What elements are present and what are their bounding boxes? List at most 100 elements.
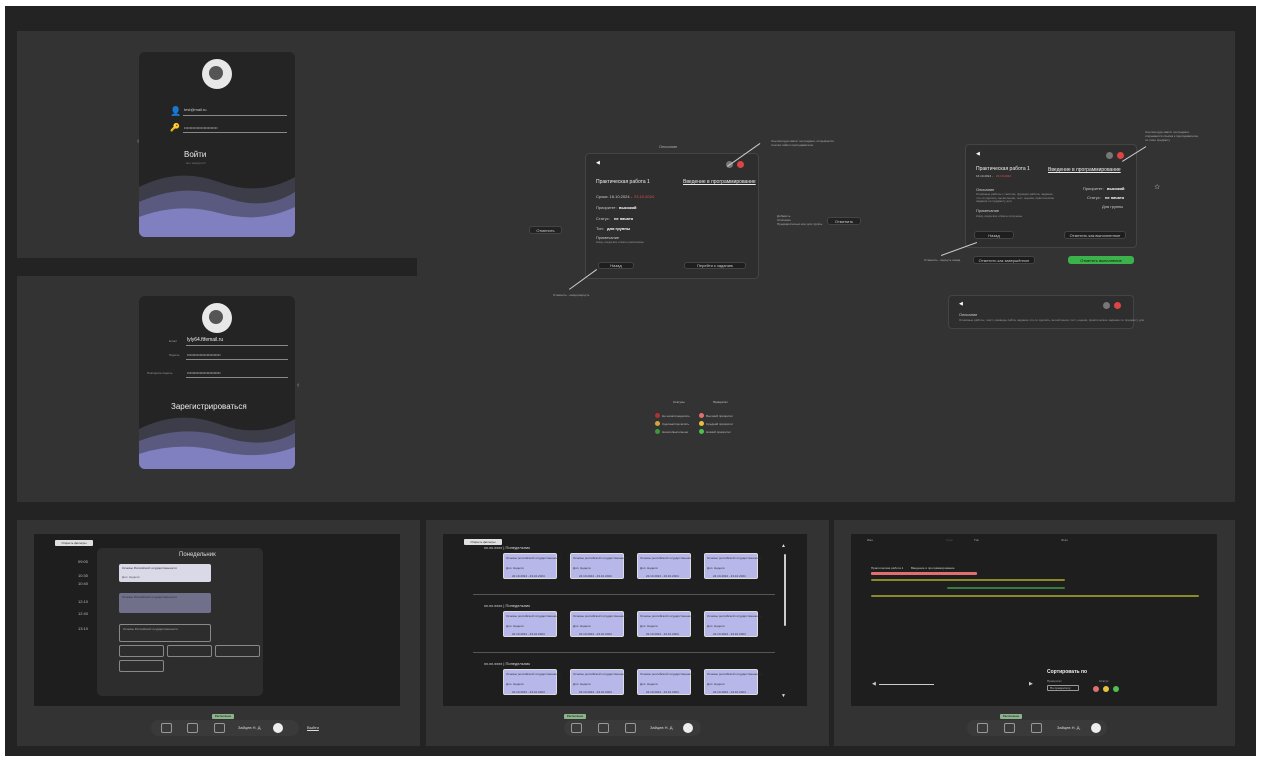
edit-icon[interactable] xyxy=(1106,152,1113,159)
theme-toggle[interactable] xyxy=(683,723,693,733)
password-field[interactable]: •••••••••••••••••••••••• xyxy=(184,126,218,130)
task-dates-end: 23.10.2024 xyxy=(996,174,1012,178)
note-label: Примечание xyxy=(976,208,1000,213)
gantt-bar[interactable] xyxy=(947,587,1065,589)
lesson-card[interactable]: Основы российской государственности Доп. … xyxy=(503,669,561,695)
mark-finished-button[interactable]: Отметить как завершённое xyxy=(973,256,1035,264)
schedule-slot-outline[interactable] xyxy=(119,645,164,657)
schedule-slot[interactable]: Основы Российской государственности Доп.… xyxy=(119,564,211,582)
filter-medium-priority-icon[interactable] xyxy=(1103,686,1109,692)
legend-status-title: Статусы xyxy=(673,400,685,404)
scroll-up-icon[interactable]: ▲ xyxy=(781,544,786,549)
schedule-icon[interactable] xyxy=(625,723,636,733)
scrollbar[interactable] xyxy=(784,554,786,626)
schedule-slot[interactable]: Основы Российской государственности xyxy=(119,593,211,613)
open-filters-button[interactable]: Открыть фильтры xyxy=(55,540,93,546)
schedule-slot-outline[interactable] xyxy=(215,645,260,657)
app-logo-icon xyxy=(202,303,232,333)
timeline-scroll[interactable] xyxy=(879,684,934,685)
schedule-slot-outline[interactable] xyxy=(167,645,212,657)
email-field[interactable]: lyly64.ftfemail.ru xyxy=(187,338,223,343)
theme-toggle[interactable] xyxy=(273,723,283,733)
lesson-card[interactable]: Основы российской государственности Доп. … xyxy=(637,611,695,637)
delete-icon[interactable] xyxy=(1117,152,1124,159)
gantt-course-label: Введение в программирование xyxy=(911,566,955,570)
annotation-left-b: Отменить - вернуть назад xyxy=(924,258,961,262)
sort-select[interactable]: По приоритету xyxy=(1047,685,1079,691)
gantt-panel: Имя Срок Тип Этап Практическая работа 1 … xyxy=(851,534,1217,706)
lesson-card[interactable]: Основы российской государственности Доп. … xyxy=(503,611,561,637)
password-field[interactable]: •••••••••••••••••••••••• xyxy=(187,353,221,357)
legend-item: Начато/выполнено xyxy=(655,423,688,441)
nav-tooltip: Расписание xyxy=(212,714,234,719)
schedule-icon[interactable] xyxy=(214,723,225,733)
password-label: Пароль xyxy=(169,353,180,357)
course-link[interactable]: Введение в программирование xyxy=(683,180,756,185)
delete-icon[interactable] xyxy=(1114,302,1121,309)
lesson-card[interactable]: Основы российской государственности Доп. … xyxy=(637,669,695,695)
annotation-right: Добавить Описание Предварительно все для… xyxy=(777,214,823,226)
lesson-card[interactable]: Основы российской государственности Доп. … xyxy=(704,553,762,579)
back-button[interactable]: Назад xyxy=(598,262,634,269)
back-arrow-icon[interactable]: ◀ xyxy=(959,302,963,307)
course-link[interactable]: Введение в программирование xyxy=(1048,168,1121,173)
key-icon: 🔑 xyxy=(170,123,180,132)
gantt-icon[interactable] xyxy=(598,723,609,733)
lesson-card[interactable]: Основы российской государственности Доп. … xyxy=(570,553,628,579)
lesson-card[interactable]: Основы российской государственности Доп. … xyxy=(570,669,628,695)
login-frame: 👤 test@mail.ru 🔑 •••••••••••••••••••••••… xyxy=(17,31,417,258)
chevron-left-icon[interactable]: ‹ xyxy=(137,138,139,145)
filter-high-priority-icon[interactable] xyxy=(1093,686,1099,692)
legend: Статусы Приоритет Не начато/неделать Сдел… xyxy=(655,401,750,435)
repeat-password-field[interactable]: •••••••••••••••••••••••• xyxy=(187,371,221,375)
delete-icon[interactable] xyxy=(737,161,744,168)
sort-status-label: Статус xyxy=(1099,679,1109,683)
gantt-icon[interactable] xyxy=(187,723,198,733)
lesson-card[interactable]: Основы российской государственности Доп. … xyxy=(704,669,762,695)
time-label: 13:10 xyxy=(78,626,89,631)
email-field[interactable]: test@mail.ru xyxy=(184,108,207,112)
gantt-bar[interactable] xyxy=(871,572,977,575)
status-value: не начато xyxy=(1105,195,1125,200)
timeline-left-icon[interactable]: ◀ xyxy=(872,682,876,687)
lesson-card[interactable]: Основы российской государственности Доп. … xyxy=(637,553,695,579)
theme-toggle[interactable] xyxy=(1091,723,1101,733)
repeat-password-label: Повторите пароль xyxy=(147,371,173,375)
edit-icon[interactable] xyxy=(1103,302,1110,309)
day-header: хх.хх.хххх | Понедельник xyxy=(484,603,530,608)
schedule-slot-outline[interactable] xyxy=(119,660,164,672)
scroll-down-icon[interactable]: ▼ xyxy=(781,694,786,699)
calendar-icon[interactable] xyxy=(161,723,172,733)
task-modal-wide: ◀ Практическая работа 1 Введение в прогр… xyxy=(965,144,1137,248)
timeline-right-icon[interactable]: ▶ xyxy=(1029,682,1033,687)
gantt-bar[interactable] xyxy=(871,579,1065,581)
schedule-slot-outline[interactable]: Основы Российской государственности xyxy=(119,624,211,642)
legend-label: Низкий приоритет xyxy=(706,429,731,434)
calendar-icon[interactable] xyxy=(977,723,988,733)
schedule-icon[interactable] xyxy=(1031,723,1042,733)
lesson-card[interactable]: Основы российской государственности Доп. … xyxy=(704,611,762,637)
back-arrow-icon[interactable]: ◀ xyxy=(976,152,980,157)
type-value: для группы xyxy=(607,226,631,231)
user-name: Зайцев Н. Д. xyxy=(650,725,674,730)
lesson-card[interactable]: Основы российской государственности Доп. … xyxy=(503,553,561,579)
mark-complete-green-button[interactable]: Отметить выполнение xyxy=(1068,256,1134,264)
time-label: 12:40 xyxy=(78,611,89,616)
star-icon[interactable]: ☆ xyxy=(1154,184,1160,191)
gantt-icon[interactable] xyxy=(1004,723,1015,733)
time-label: 10:40 xyxy=(78,581,89,586)
annotation-right-button[interactable]: Отменить xyxy=(827,217,861,225)
back-arrow-icon[interactable]: ◀ xyxy=(596,161,600,166)
status-label: Статус: xyxy=(596,216,610,221)
logout-link[interactable]: Выйти xyxy=(307,726,319,730)
mark-done-button[interactable]: Отметить как выполненное xyxy=(1064,231,1126,239)
back-button[interactable]: Назад xyxy=(974,231,1014,239)
gantt-bar[interactable] xyxy=(871,595,1199,597)
annotation-button[interactable]: Отменить xyxy=(529,226,562,234)
lesson-card[interactable]: Основы российской государственности Доп. … xyxy=(570,611,628,637)
calendar-icon[interactable] xyxy=(571,723,582,733)
go-to-task-button[interactable]: Перейти к заданию xyxy=(684,262,746,269)
time-label: 10:30 xyxy=(78,573,89,578)
filter-low-priority-icon[interactable] xyxy=(1113,686,1119,692)
chevron-left-icon[interactable]: ‹ xyxy=(297,382,299,389)
